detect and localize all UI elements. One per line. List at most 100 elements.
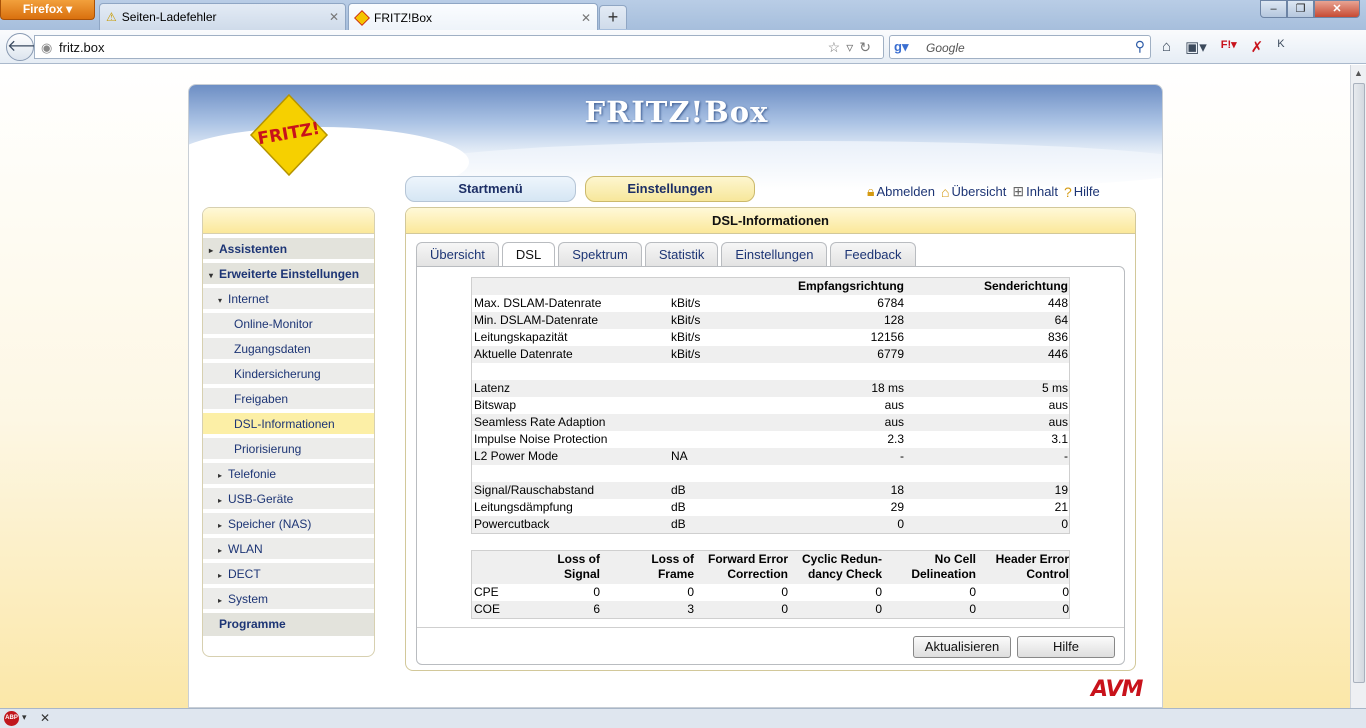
tab-dsl[interactable]: DSL: [501, 242, 556, 269]
tab-spektrum[interactable]: Spektrum: [558, 242, 642, 267]
search-magnifier-icon[interactable]: ⚲: [1135, 38, 1145, 55]
sidebar-item-label: Speicher (NAS): [228, 517, 312, 531]
google-icon[interactable]: g▾: [894, 39, 910, 55]
tab-fritzbox[interactable]: FRITZ!Box ✕: [348, 3, 598, 31]
overview-link[interactable]: ⌂ Übersicht: [941, 183, 1006, 200]
avm-logo[interactable]: AVM: [1091, 677, 1143, 702]
tab-einstellungen[interactable]: Einstellungen: [721, 242, 828, 267]
table-row: CPE 0 0 0 0 0 0: [472, 584, 1069, 601]
firefox-menu-button[interactable]: Firefox ▾: [0, 0, 95, 20]
content-label: Inhalt: [1026, 184, 1058, 199]
sidebar-item-telefonie[interactable]: ▸ Telefonie: [203, 463, 374, 486]
row-label: Min. DSLAM-Datenrate: [474, 313, 599, 327]
url-bar[interactable]: ◉ fritz.box ☆▿↻: [34, 35, 884, 59]
row-tx-value: 64: [1054, 313, 1068, 327]
reload-icon[interactable]: ↻: [859, 39, 877, 55]
startmenu-button[interactable]: Startmenü: [405, 176, 576, 202]
sidebar-item-erweiterte-einstellungen[interactable]: ▾ Erweiterte Einstellungen: [203, 263, 374, 286]
bookmark-star-icon[interactable]: ☆: [828, 39, 847, 55]
tab-statistik[interactable]: Statistik: [644, 242, 719, 267]
tab-seiten-ladefehler[interactable]: ⚠ Seiten-Ladefehler ✕: [99, 3, 346, 30]
sidebar-item-online-monitor[interactable]: Online-Monitor: [203, 313, 374, 336]
sidebar-item-priorisierung[interactable]: Priorisierung: [203, 438, 374, 461]
close-window-button[interactable]: ✕: [1314, 0, 1360, 18]
table-row: Signal/Rauschabstand dB 18 19: [472, 482, 1069, 499]
sidebar-item-label: DSL-Informationen: [234, 417, 335, 431]
row-label: Powercutback: [474, 517, 550, 531]
scrollbar-thumb[interactable]: [1353, 83, 1365, 683]
statusbar-close-icon[interactable]: ✕: [40, 711, 50, 725]
help-button[interactable]: Hilfe: [1017, 636, 1115, 658]
tab-content: Empfangsrichtung Senderichtung Max. DSLA…: [416, 266, 1125, 665]
table-row: Seamless Rate Adaption aus aus: [472, 414, 1069, 431]
globe-icon: ◉: [41, 40, 53, 55]
refresh-button[interactable]: Aktualisieren: [913, 636, 1011, 658]
sidebar-item-freigaben[interactable]: Freigaben: [203, 388, 374, 411]
minimize-button[interactable]: –: [1260, 0, 1287, 18]
adblock-dropdown-icon[interactable]: ▾: [22, 712, 27, 723]
table-row: Impulse Noise Protection 2.3 3.1: [472, 431, 1069, 448]
sidebar-item-programme[interactable]: Programme: [203, 613, 374, 636]
tab-feedback[interactable]: Feedback: [830, 242, 916, 267]
fritzbox-header: FRITZ!Box FRITZ!: [189, 85, 1162, 197]
search-input[interactable]: Google: [926, 41, 965, 55]
row-tx-value: -: [1064, 449, 1068, 463]
maximize-button[interactable]: ❐: [1287, 0, 1314, 18]
counter-value: 0: [969, 585, 976, 599]
sidebar-item-label: DECT: [228, 567, 261, 581]
history-dropdown-icon[interactable]: ▿: [846, 39, 859, 55]
sidebar-item-assistenten[interactable]: ▸ Assistenten: [203, 238, 374, 261]
panel-title: DSL-Informationen: [406, 208, 1135, 234]
counter-value: 0: [1062, 585, 1069, 599]
logout-link[interactable]: 🔒︎ Abmelden: [867, 183, 935, 200]
button-row: Aktualisieren Hilfe: [417, 627, 1124, 665]
sidebar-item-zugangsdaten[interactable]: Zugangsdaten: [203, 338, 374, 361]
tab-uebersicht[interactable]: Übersicht: [416, 242, 499, 267]
sidebar-item-internet[interactable]: ▾ Internet: [203, 288, 374, 311]
row-label: Leitungsdämpfung: [474, 500, 573, 514]
tab-close-icon[interactable]: ✕: [329, 10, 339, 24]
adblock-icon[interactable]: ABP: [4, 711, 19, 726]
einstellungen-button[interactable]: Einstellungen: [585, 176, 755, 202]
row-label: Leitungskapazität: [474, 330, 568, 344]
fritz-logo-icon[interactable]: FRITZ!: [247, 93, 331, 177]
column-header-ncd: No Cell Delineation: [911, 552, 976, 581]
row-tx-value: 836: [1047, 330, 1068, 344]
row-unit: dB: [671, 500, 686, 514]
sidebar-item-usb-geraete[interactable]: ▸ USB-Geräte: [203, 488, 374, 511]
search-bar[interactable]: g▾ Google ⚲: [889, 35, 1151, 59]
sidebar-item-dsl-informationen[interactable]: DSL-Informationen: [203, 413, 374, 436]
addon-icon[interactable]: ✗: [1251, 38, 1264, 56]
counter-value: 0: [687, 585, 694, 599]
back-button[interactable]: 🡐: [6, 33, 50, 61]
counter-value: 6: [593, 602, 600, 616]
row-unit: kBit/s: [671, 296, 701, 310]
row-label: CPE: [474, 585, 499, 599]
new-tab-button[interactable]: +: [599, 5, 627, 29]
home-icon[interactable]: ⌂: [1162, 38, 1171, 56]
tab-close-icon[interactable]: ✕: [581, 11, 591, 25]
warning-icon: ⚠: [106, 10, 117, 24]
content-link[interactable]: ⊞ Inhalt: [1012, 183, 1058, 200]
row-label: Max. DSLAM-Datenrate: [474, 296, 602, 310]
kaspersky-icon[interactable]: K: [1277, 38, 1284, 56]
status-bar: ABP ▾ ✕: [0, 708, 1366, 728]
sidebar-item-wlan[interactable]: ▸ WLAN: [203, 538, 374, 561]
sidebar-item-label: Internet: [228, 292, 269, 306]
counter-value: 0: [1062, 602, 1069, 616]
fritz-addon-icon[interactable]: F!▾: [1221, 38, 1237, 56]
sidebar-item-kindersicherung[interactable]: Kindersicherung: [203, 363, 374, 386]
tab-label: Seiten-Ladefehler: [121, 10, 217, 24]
sidebar-item-dect[interactable]: ▸ DECT: [203, 563, 374, 586]
row-label: COE: [474, 602, 501, 616]
row-rx-value: 12156: [870, 330, 904, 344]
scroll-up-icon[interactable]: ▲: [1351, 65, 1366, 81]
navigation-toolbar: 🡐 ◉ fritz.box ☆▿↻ g▾ Google ⚲ ⌂ ▣▾ F!▾ ✗…: [0, 30, 1366, 64]
help-link[interactable]: ? Hilfe: [1064, 183, 1100, 200]
sidebar-item-system[interactable]: ▸ System: [203, 588, 374, 611]
bookmarks-menu-icon[interactable]: ▣▾: [1185, 38, 1207, 56]
row-tx-value: 3.1: [1051, 432, 1068, 446]
url-text[interactable]: fritz.box: [59, 40, 105, 55]
page-scrollbar[interactable]: ▲: [1350, 65, 1366, 708]
sidebar-item-speicher-nas[interactable]: ▸ Speicher (NAS): [203, 513, 374, 536]
